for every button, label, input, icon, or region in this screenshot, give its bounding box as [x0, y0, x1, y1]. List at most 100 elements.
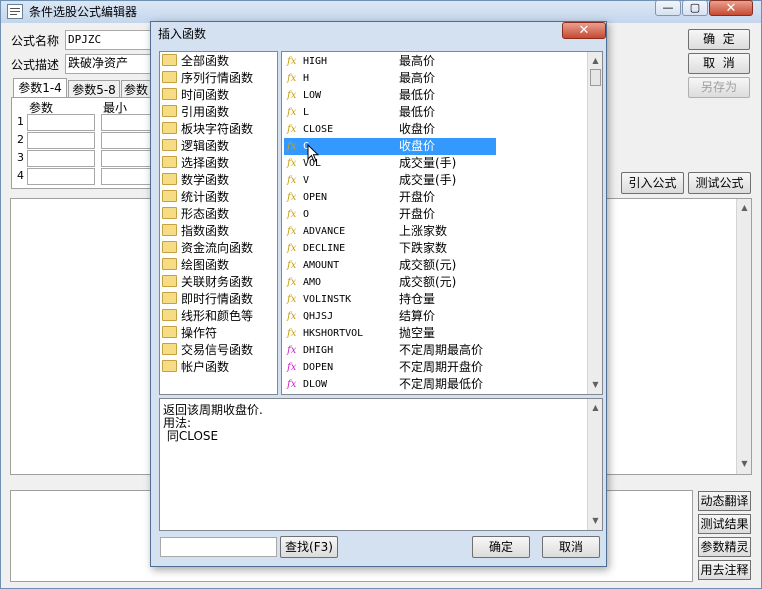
param-name-input[interactable]	[27, 114, 95, 131]
function-desc: 下跌家数	[399, 241, 448, 255]
param-min-input[interactable]	[101, 132, 153, 149]
close-button[interactable]: ✕	[709, 0, 753, 16]
dialog-ok-button[interactable]: 确定	[472, 536, 530, 558]
function-icon: fx	[287, 345, 297, 356]
category-item[interactable]: 选择函数	[162, 155, 229, 172]
search-button[interactable]: 查找(F3)	[280, 536, 338, 558]
function-name: LOW	[303, 90, 322, 101]
category-item[interactable]: 序列行情函数	[162, 70, 253, 87]
tab-params-1-4[interactable]: 参数1-4	[13, 78, 67, 98]
param-min-input[interactable]	[101, 114, 153, 131]
function-desc: 不定周期开盘价	[399, 360, 484, 374]
dialog-cancel-button[interactable]: 取消	[542, 536, 600, 558]
category-item[interactable]: 数学函数	[162, 172, 229, 189]
category-item[interactable]: 形态函数	[162, 206, 229, 223]
folder-icon	[162, 122, 177, 134]
function-list-scrollbar[interactable]: ▲ ▼	[587, 52, 602, 394]
category-item[interactable]: 逻辑函数	[162, 138, 229, 155]
category-list[interactable]: 全部函数 序列行情函数 时间函数 引用函数 板块字符函数 逻辑函数选择函数 数学函数 统计函数…	[159, 51, 278, 395]
function-desc: 不定周期最高价	[399, 343, 484, 357]
param-row-number: 3	[17, 151, 24, 164]
tab-params-more[interactable]: 参数	[121, 80, 151, 98]
param-name-input[interactable]	[27, 150, 95, 167]
dynamic-translate-button[interactable]: 动态翻译	[698, 491, 751, 511]
function-desc: 成交额(元)	[399, 258, 457, 272]
scroll-down-arrow[interactable]: ▼	[737, 457, 752, 471]
category-item[interactable]: 全部函数	[162, 53, 229, 70]
function-item[interactable]: fx O 开盘价	[284, 206, 496, 223]
description-scrollbar[interactable]: ▲ ▼	[587, 399, 602, 530]
category-label: 统计函数	[181, 190, 230, 204]
function-icon: fx	[287, 90, 297, 101]
editor-scrollbar[interactable]: ▲ ▼	[736, 199, 751, 474]
maximize-button[interactable]: ▢	[682, 0, 708, 16]
function-desc: 持仓量	[399, 292, 436, 306]
category-item[interactable]: 引用函数	[162, 104, 229, 121]
category-item[interactable]: 时间函数	[162, 87, 229, 104]
param-name-input[interactable]	[27, 132, 95, 149]
param-name-input[interactable]	[27, 168, 95, 185]
function-icon: fx	[287, 175, 297, 186]
function-item[interactable]: fx ADVANCE 上涨家数	[284, 223, 496, 240]
remove-comment-button[interactable]: 用去注释	[698, 560, 751, 580]
test-result-button[interactable]: 测试结果	[698, 514, 751, 534]
formula-desc-input[interactable]: 跌破净资产	[65, 54, 155, 74]
formula-name-input[interactable]: DPJZC	[65, 30, 155, 50]
scroll-thumb[interactable]	[590, 69, 601, 86]
category-item[interactable]: 关联财务函数	[162, 274, 253, 291]
function-item[interactable]: fx AMOUNT 成交额(元)	[284, 257, 496, 274]
category-label: 逻辑函数	[181, 139, 230, 153]
param-min-input[interactable]	[101, 168, 153, 185]
confirm-button[interactable]: 确 定	[688, 29, 750, 50]
function-item[interactable]: fx AMO 成交额(元)	[284, 274, 496, 291]
category-item[interactable]: 即时行情函数	[162, 291, 253, 308]
dialog-close-button[interactable]: ✕	[562, 22, 606, 39]
function-item[interactable]: fx HIGH 最高价	[284, 53, 496, 70]
mouse-cursor-icon	[307, 144, 319, 163]
function-item[interactable]: fx LOW 最低价	[284, 87, 496, 104]
scroll-up-arrow[interactable]: ▲	[588, 401, 602, 415]
function-item[interactable]: fx QHJSJ 结算价	[284, 308, 496, 325]
function-item[interactable]: fx V 成交量(手)	[284, 172, 496, 189]
function-list[interactable]: fx HIGH 最高价 fx H 最高价 fx LOW 最低价 fx L 最低价 fx CLOSE 收盘价 f…	[281, 51, 603, 395]
cancel-button[interactable]: 取 消	[688, 53, 750, 74]
minimize-button[interactable]: —	[655, 0, 681, 16]
scroll-down-arrow[interactable]: ▼	[588, 378, 602, 392]
function-icon: fx	[287, 260, 297, 271]
scroll-up-arrow[interactable]: ▲	[737, 201, 752, 215]
function-icon: fx	[287, 209, 297, 220]
param-wizard-button[interactable]: 参数精灵	[698, 537, 751, 557]
tab-params-5-8[interactable]: 参数5-8	[68, 80, 120, 98]
save-as-button[interactable]: 另存为	[688, 77, 750, 98]
category-item[interactable]: 资金流向函数	[162, 240, 253, 257]
function-item[interactable]: fx OPEN 开盘价	[284, 189, 496, 206]
category-label: 板块字符函数	[181, 122, 254, 136]
import-formula-button[interactable]: 引入公式	[621, 172, 684, 194]
function-item[interactable]: fx DECLINE 下跌家数	[284, 240, 496, 257]
function-item[interactable]: fx VOLINSTK 持仓量	[284, 291, 496, 308]
folder-icon	[162, 105, 177, 117]
category-item[interactable]: 线形和颜色等	[162, 308, 253, 325]
scroll-down-arrow[interactable]: ▼	[588, 514, 602, 528]
category-label: 即时行情函数	[181, 292, 254, 306]
function-item[interactable]: fx DOPEN 不定周期开盘价	[284, 359, 496, 376]
function-search-input[interactable]	[160, 537, 277, 557]
scroll-up-arrow[interactable]: ▲	[588, 54, 602, 68]
function-item[interactable]: fx CLOSE 收盘价	[284, 121, 496, 138]
test-formula-button[interactable]: 测试公式	[688, 172, 751, 194]
function-item[interactable]: fx L 最低价	[284, 104, 496, 121]
param-min-input[interactable]	[101, 150, 153, 167]
function-item[interactable]: fx DHIGH 不定周期最高价	[284, 342, 496, 359]
category-item[interactable]: 板块字符函数	[162, 121, 253, 138]
formula-desc-label: 公式描述	[11, 58, 60, 72]
category-item[interactable]: 交易信号函数	[162, 342, 253, 359]
category-item[interactable]: 指数函数	[162, 223, 229, 240]
category-item[interactable]: 操作符	[162, 325, 217, 342]
function-item[interactable]: fx HKSHORTVOL 抛空量	[284, 325, 496, 342]
function-item[interactable]: fx H 最高价	[284, 70, 496, 87]
category-item[interactable]: 帐户函数	[162, 359, 229, 376]
category-item[interactable]: 绘图函数	[162, 257, 229, 274]
function-name: VOLINSTK	[303, 294, 352, 305]
category-item[interactable]: 统计函数	[162, 189, 229, 206]
function-item[interactable]: fx DLOW 不定周期最低价	[284, 376, 496, 393]
